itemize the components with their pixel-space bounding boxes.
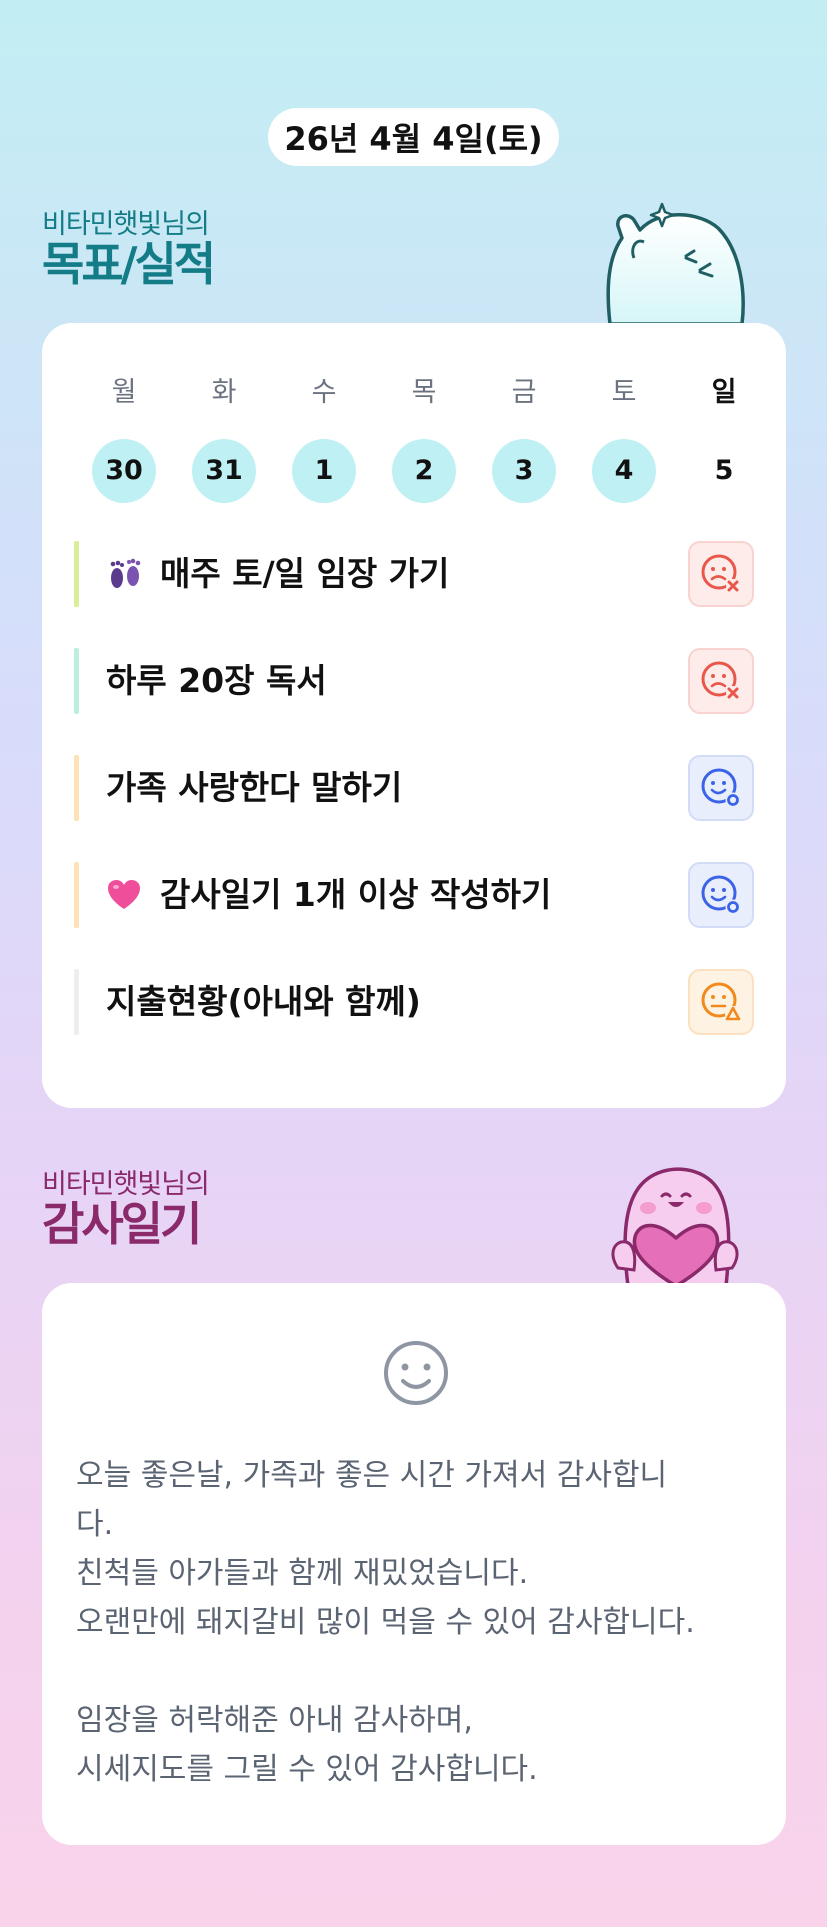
footprints-icon — [106, 558, 146, 590]
goals-section-heading: 목표/실적 — [42, 237, 216, 291]
goal-color-bar — [74, 541, 79, 607]
weekday-label: 월 — [111, 377, 137, 408]
goals-section-title: 비타민햇빛님의 목표/실적 — [42, 209, 216, 291]
goal-item[interactable]: 감사일기 1개 이상 작성하기 — [74, 862, 754, 928]
goal-label-text: 지출현황(아내와 함께) — [106, 982, 421, 1021]
goal-label-text: 하루 20장 독서 — [106, 661, 327, 700]
pink-mascot-illustration — [611, 1167, 739, 1286]
date-number: 5 — [714, 455, 734, 486]
date-number: 2 — [392, 439, 456, 503]
sad-face-x-icon — [701, 554, 740, 593]
date-number: 4 — [592, 439, 656, 503]
smile-icon — [384, 1341, 448, 1405]
goal-item[interactable]: 지출현황(아내와 함께) — [74, 969, 754, 1035]
goal-color-bar — [74, 862, 79, 928]
smile-face-o-icon — [701, 875, 741, 915]
calendar-day[interactable]: 화 31 — [174, 373, 274, 503]
goal-label-text: 가족 사랑한다 말하기 — [106, 768, 403, 807]
goal-item[interactable]: 하루 20장 독서 — [74, 648, 754, 714]
goal-label: 감사일기 1개 이상 작성하기 — [106, 862, 551, 928]
thanks-section-subtitle: 비타민햇빛님의 — [42, 1169, 210, 1200]
goal-label-text: 감사일기 1개 이상 작성하기 — [160, 875, 552, 914]
goals-section-subtitle: 비타민햇빛님의 — [42, 209, 210, 240]
goal-label: 지출현황(아내와 함께) — [106, 969, 421, 1035]
goal-color-bar — [74, 969, 79, 1035]
diary-text: 오늘 좋은날, 가족과 좋은 시간 가져서 감사합니 다. 친척들 아가들과 함… — [76, 1458, 695, 1787]
weekday-label: 토 — [611, 377, 637, 408]
goals-card: 월 30 화 31 수 1 목 2 금 3 토 4 일 5 매주 토/일 임장 … — [42, 323, 786, 1108]
week-calendar: 월 30 화 31 수 1 목 2 금 3 토 4 일 5 — [74, 373, 774, 503]
goal-status-done-button[interactable] — [688, 862, 754, 928]
gratitude-diary-card: 오늘 좋은날, 가족과 좋은 시간 가져서 감사합니 다. 친척들 아가들과 함… — [42, 1283, 786, 1845]
goal-item[interactable]: 매주 토/일 임장 가기 — [74, 541, 754, 607]
sad-face-x-icon — [701, 661, 740, 700]
calendar-day[interactable]: 금 3 — [474, 373, 574, 503]
goal-color-bar — [74, 755, 79, 821]
goal-label: 가족 사랑한다 말하기 — [106, 755, 402, 821]
thanks-section-heading: 감사일기 — [42, 1197, 202, 1251]
goal-color-bar — [74, 648, 79, 714]
calendar-day[interactable]: 월 30 — [74, 373, 174, 503]
goal-status-partial-button[interactable] — [688, 969, 754, 1035]
calendar-day[interactable]: 토 4 — [574, 373, 674, 503]
weekday-label: 일 — [711, 377, 737, 408]
goal-label: 매주 토/일 임장 가기 — [106, 541, 449, 607]
goal-status-failed-button[interactable] — [688, 541, 754, 607]
goal-label: 하루 20장 독서 — [106, 648, 327, 714]
date-number: 30 — [92, 439, 156, 503]
weekday-label: 목 — [411, 377, 437, 408]
date-number: 31 — [192, 439, 256, 503]
heart-icon — [106, 879, 146, 911]
weekday-label: 수 — [311, 377, 337, 408]
date-label: 26년 4월 4일(토) — [268, 108, 559, 166]
calendar-day[interactable]: 수 1 — [274, 373, 374, 503]
weekday-label: 금 — [511, 377, 537, 408]
ghost-mascot-illustration — [606, 202, 745, 326]
date-number: 1 — [292, 439, 356, 503]
calendar-day[interactable]: 일 5 — [674, 373, 774, 503]
calendar-day[interactable]: 목 2 — [374, 373, 474, 503]
neutral-face-triangle-icon — [701, 982, 741, 1022]
goal-item[interactable]: 가족 사랑한다 말하기 — [74, 755, 754, 821]
thanks-section-title: 비타민햇빛님의 감사일기 — [42, 1169, 210, 1251]
weekday-label: 화 — [211, 377, 237, 408]
goal-status-done-button[interactable] — [688, 755, 754, 821]
goal-status-failed-button[interactable] — [688, 648, 754, 714]
smile-face-o-icon — [701, 768, 741, 808]
goal-label-text: 매주 토/일 임장 가기 — [160, 554, 450, 593]
date-number: 3 — [492, 439, 556, 503]
